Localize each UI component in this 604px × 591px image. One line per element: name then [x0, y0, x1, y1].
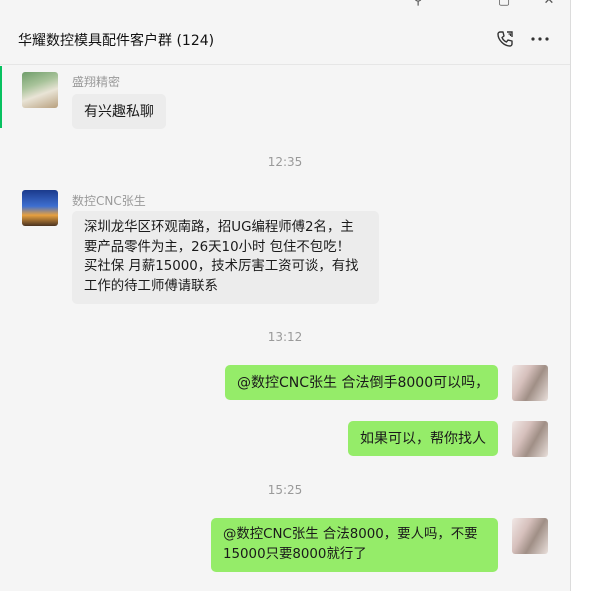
close-icon[interactable]: ✕ [539, 0, 559, 8]
chat-window: ⚲ ▢ ✕ 华耀数控模具配件客户群 (124) 盛翔精密 有兴趣私聊 12:35… [0, 0, 571, 591]
sender-name: 盛翔精密 [72, 75, 121, 89]
message-bubble[interactable]: 有兴趣私聊 [72, 94, 166, 129]
more-horizontal-icon[interactable] [529, 28, 551, 50]
message-line: 工作的待工师傅请联系 [84, 278, 218, 294]
avatar[interactable] [22, 72, 58, 108]
avatar[interactable] [512, 421, 548, 457]
sender-name: 数控CNC张生 [72, 194, 146, 208]
message-text: 如果可以，帮你找人 [360, 431, 486, 447]
phone-call-icon[interactable] [494, 28, 516, 50]
message-line: 深圳龙华区环观南路，招UG编程师傅2名，主 [84, 220, 354, 235]
title-bar: ⚲ ▢ ✕ [0, 0, 570, 14]
maximize-icon[interactable]: ▢ [494, 0, 514, 8]
message-text: @数控CNC张生 合法倒手8000可以吗， [237, 375, 490, 391]
message-line: 买社保 月薪15000，技术厉害工资可谈，有找 [84, 259, 359, 274]
avatar[interactable] [512, 365, 548, 401]
message-bubble[interactable]: @数控CNC张生 合法8000，要人吗，不要 15000只要8000就行了 [211, 518, 498, 572]
timestamp: 13:12 [267, 330, 303, 344]
message-bubble[interactable]: 如果可以，帮你找人 [348, 421, 498, 456]
chat-title: 华耀数控模具配件客户群 (124) [18, 33, 215, 49]
avatar[interactable] [22, 190, 58, 226]
timestamp: 12:35 [267, 155, 303, 169]
background-strip [571, 0, 604, 591]
unread-indicator [0, 66, 2, 128]
message-line: 要产品零件为主，26天10小时 包住不包吃！ [84, 239, 350, 255]
message-line: @数控CNC张生 合法8000，要人吗，不要 [223, 527, 478, 542]
message-bubble[interactable]: @数控CNC张生 合法倒手8000可以吗， [225, 365, 498, 400]
message-bubble[interactable]: 深圳龙华区环观南路，招UG编程师傅2名，主 要产品零件为主，26天10小时 包住… [72, 211, 379, 304]
message-line: 15000只要8000就行了 [223, 546, 367, 562]
timestamp: 15:25 [267, 483, 303, 497]
chat-header: 华耀数控模具配件客户群 (124) [0, 14, 570, 65]
message-text: 有兴趣私聊 [84, 104, 154, 120]
pin-icon[interactable]: ⚲ [408, 0, 428, 8]
avatar[interactable] [512, 518, 548, 554]
